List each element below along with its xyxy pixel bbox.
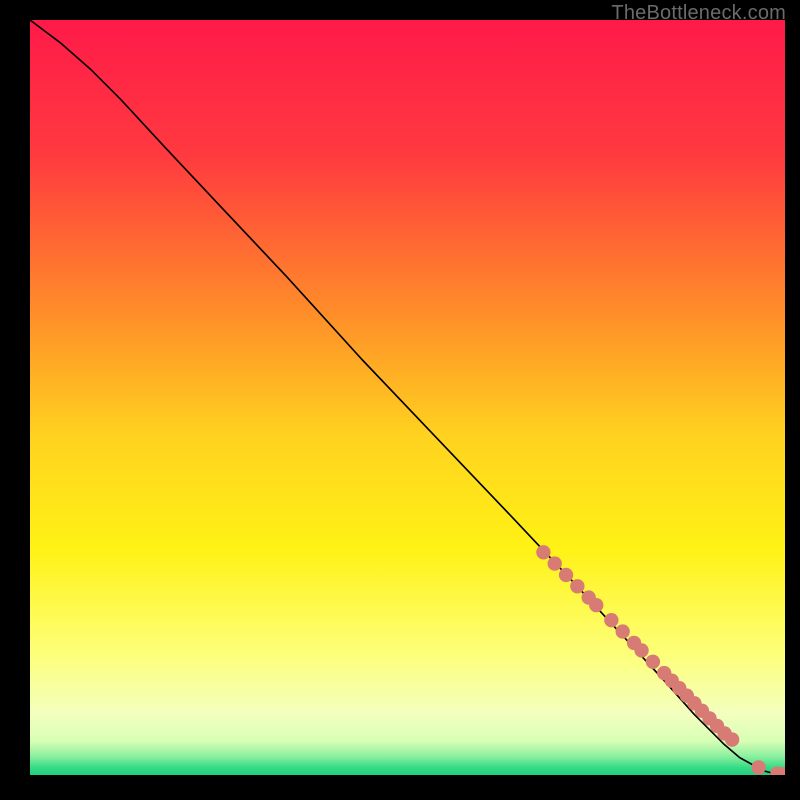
data-marker (570, 579, 584, 593)
data-marker (616, 624, 630, 638)
data-marker (604, 613, 618, 627)
data-marker (634, 643, 648, 657)
chart-stage: TheBottleneck.com (0, 0, 800, 800)
data-marker (751, 760, 765, 774)
data-marker (536, 545, 550, 559)
data-marker (548, 556, 562, 570)
data-marker (589, 598, 603, 612)
data-marker (646, 655, 660, 669)
watermark-text: TheBottleneck.com (611, 2, 786, 25)
plot-area (30, 20, 785, 775)
data-marker (559, 568, 573, 582)
curve-layer (30, 20, 785, 775)
bottleneck-curve (30, 20, 785, 774)
data-marker (725, 732, 739, 746)
marker-group (536, 545, 785, 775)
